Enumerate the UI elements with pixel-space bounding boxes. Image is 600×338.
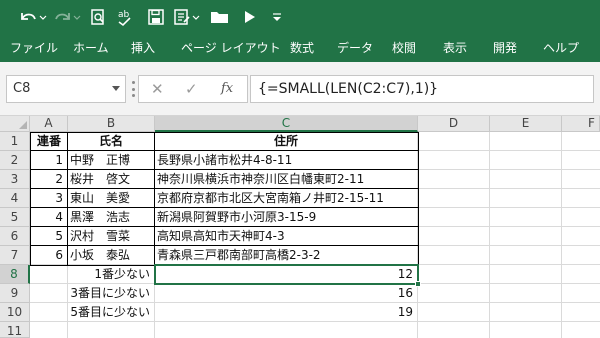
tab-insert[interactable]: 挿入: [131, 34, 155, 62]
column-header-e[interactable]: E: [490, 116, 562, 132]
cell-result-value[interactable]: 12: [155, 265, 417, 284]
row-header-7[interactable]: 7: [0, 246, 30, 265]
cell-result-value[interactable]: 19: [155, 303, 417, 322]
cell-address[interactable]: 青森県三戸郡南部町高橋2-3-2: [155, 246, 417, 265]
redo-icon[interactable]: [52, 6, 82, 28]
row-header-10[interactable]: 10: [0, 303, 30, 322]
play-macro-icon[interactable]: [238, 6, 262, 28]
spelling-icon[interactable]: ab: [116, 6, 138, 28]
column-header-d[interactable]: D: [418, 116, 490, 132]
tab-data[interactable]: データ: [337, 34, 373, 62]
tab-home[interactable]: ホーム: [73, 34, 109, 62]
cell-name[interactable]: 中野 正博: [68, 151, 154, 170]
insert-function-icon[interactable]: fx: [221, 81, 233, 97]
cell-num[interactable]: 5: [31, 227, 67, 246]
gridline: [489, 132, 490, 338]
cell-address[interactable]: 京都府京都市北区大宮南箱ノ井町2-15-11: [155, 189, 417, 208]
formula-input[interactable]: {=SMALL(LEN(C2:C7),1)}: [250, 75, 594, 103]
formula-buttons: ✕ ✓ fx: [138, 75, 248, 103]
tab-review[interactable]: 校閲: [392, 34, 416, 62]
cell-name[interactable]: 桜井 啓文: [68, 170, 154, 189]
print-preview-icon[interactable]: [88, 6, 108, 28]
customize-qat-icon[interactable]: [268, 6, 286, 28]
ribbon-tabs: ファイル ホーム 挿入 ページ レイアウト 数式 データ 校閲 表示 開発 ヘル…: [0, 34, 600, 62]
formula-bar-area: C8 ✕ ✓ fx {=SMALL(LEN(C2:C7),1)}: [0, 62, 600, 116]
save-icon[interactable]: [146, 6, 166, 28]
name-box[interactable]: C8: [6, 75, 126, 103]
tab-help[interactable]: ヘルプ: [543, 34, 579, 62]
cell-name[interactable]: 沢村 雪菜: [68, 227, 154, 246]
cell-a1[interactable]: 連番: [31, 132, 67, 151]
cell-result-label[interactable]: 1番少ない: [68, 265, 154, 284]
row-header-9[interactable]: 9: [0, 284, 30, 303]
form-icon[interactable]: [172, 6, 202, 28]
resize-handle-icon[interactable]: [132, 81, 135, 97]
cell-address[interactable]: 新潟県阿賀野市小河原3-15-9: [155, 208, 417, 227]
undo-icon[interactable]: [16, 6, 48, 28]
cell-num[interactable]: 2: [31, 170, 67, 189]
cell-result-label[interactable]: 5番目に少ない: [68, 303, 154, 322]
enter-icon[interactable]: ✓: [185, 81, 198, 97]
row-header-5[interactable]: 5: [0, 208, 30, 227]
fill-handle[interactable]: [415, 281, 421, 287]
cell-address[interactable]: 長野県小諸市松井4-8-11: [155, 151, 417, 170]
cell-result-label[interactable]: 3番目に少ない: [68, 284, 154, 303]
cell-address[interactable]: 高知県高知市天神町4-3: [155, 227, 417, 246]
open-folder-icon[interactable]: [208, 6, 232, 28]
cell-num[interactable]: 1: [31, 151, 67, 170]
quick-access-toolbar: ab: [0, 0, 600, 34]
row-header-4[interactable]: 4: [0, 189, 30, 208]
cell-num[interactable]: 3: [31, 189, 67, 208]
row-header-2[interactable]: 2: [0, 151, 30, 170]
cell-b1[interactable]: 氏名: [68, 132, 154, 151]
name-box-dropdown-icon[interactable]: [112, 86, 120, 91]
worksheet-grid[interactable]: A B C D E F 1 2 3 4 5 6 7 8 9 10 11 連番 氏…: [0, 116, 600, 338]
row-header-3[interactable]: 3: [0, 170, 30, 189]
gridline: [417, 132, 418, 338]
tab-file[interactable]: ファイル: [10, 34, 58, 62]
cell-name[interactable]: 小坂 泰弘: [68, 246, 154, 265]
column-header-f[interactable]: F: [562, 116, 600, 132]
tab-view[interactable]: 表示: [443, 34, 467, 62]
cancel-icon[interactable]: ✕: [151, 81, 164, 97]
cell-name[interactable]: 東山 美愛: [68, 189, 154, 208]
row-header-6[interactable]: 6: [0, 227, 30, 246]
cell-num[interactable]: 4: [31, 208, 67, 227]
gridline: [561, 132, 562, 338]
cell-address[interactable]: 神奈川県横浜市神奈川区白幡東町2-11: [155, 170, 417, 189]
column-header-b[interactable]: B: [68, 116, 155, 132]
column-header-c[interactable]: C: [155, 116, 418, 132]
cell-result-value[interactable]: 16: [155, 284, 417, 303]
row-header-1[interactable]: 1: [0, 132, 30, 151]
cell-name[interactable]: 黒澤 浩志: [68, 208, 154, 227]
svg-text:ab: ab: [118, 10, 130, 20]
row-header-8[interactable]: 8: [0, 265, 30, 284]
tab-formulas[interactable]: 数式: [290, 34, 314, 62]
cell-num[interactable]: 6: [31, 246, 67, 265]
select-all-icon: [19, 121, 27, 129]
row-header-11[interactable]: 11: [0, 322, 30, 338]
tab-developer[interactable]: 開発: [493, 34, 517, 62]
select-all-button[interactable]: [0, 116, 30, 132]
column-header-a[interactable]: A: [30, 116, 68, 132]
tab-page-layout[interactable]: ページ レイアウト: [181, 34, 281, 62]
cell-c1[interactable]: 住所: [155, 132, 417, 151]
